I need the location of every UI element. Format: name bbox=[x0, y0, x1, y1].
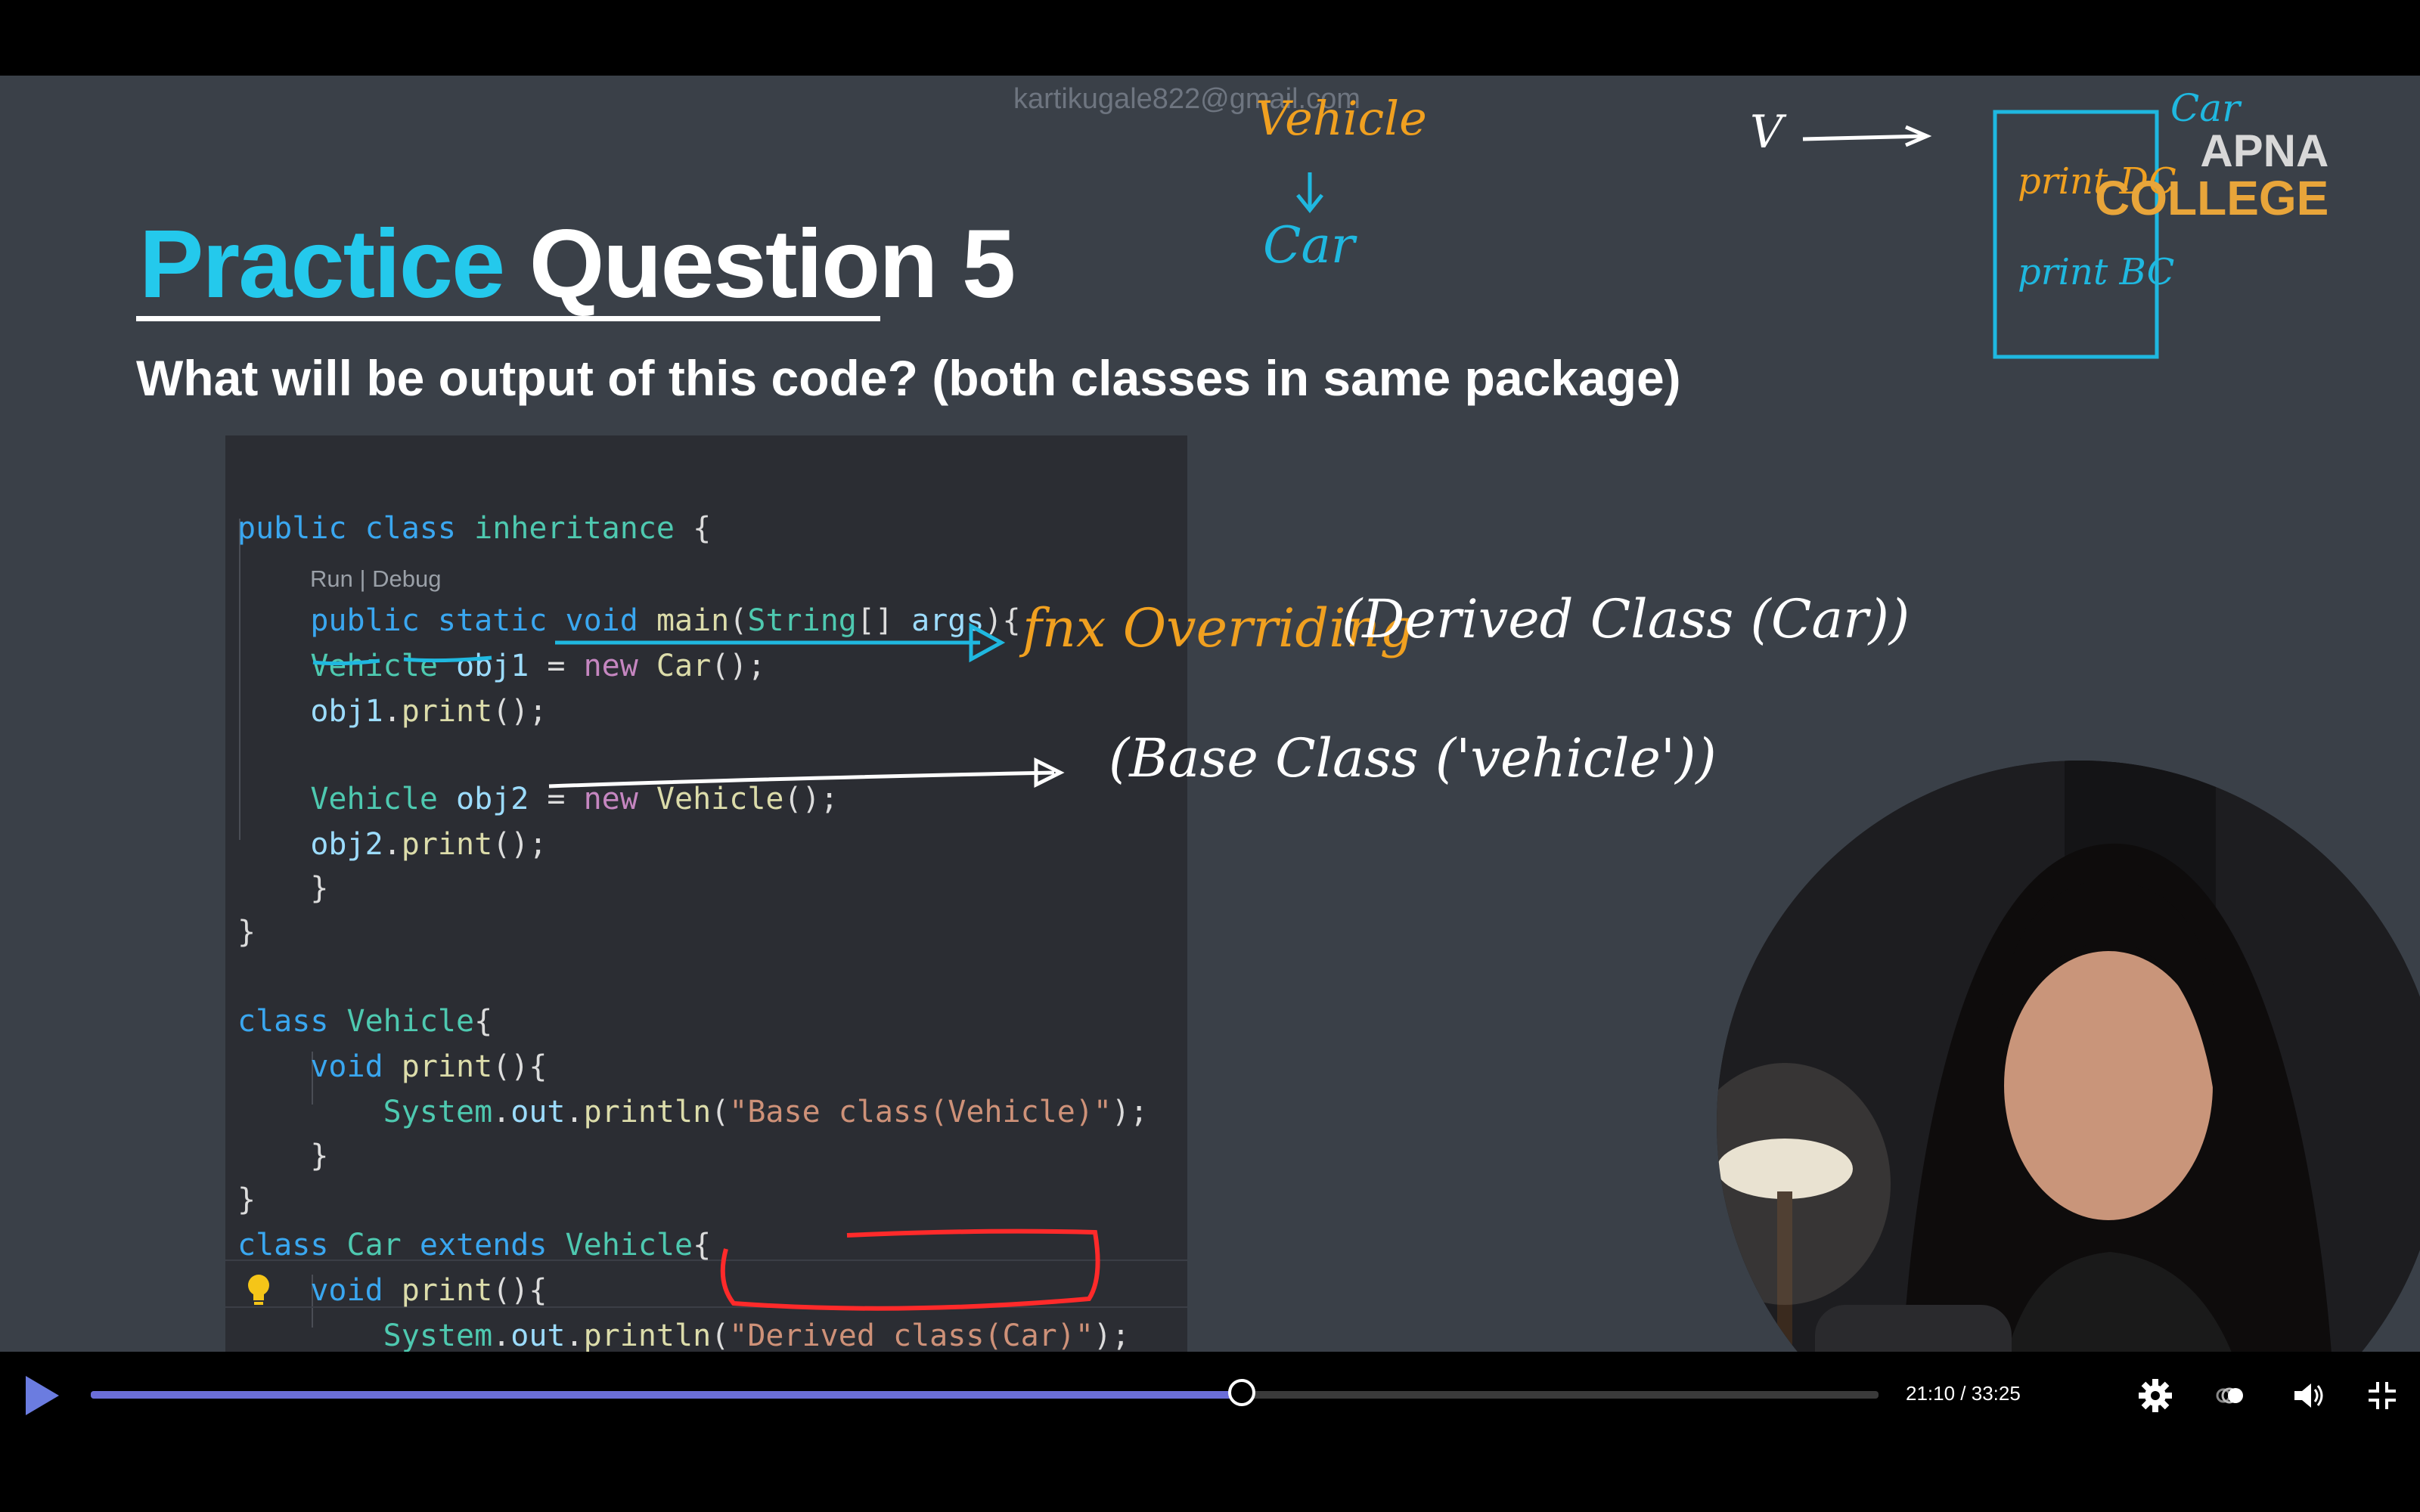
play-icon[interactable] bbox=[26, 1376, 59, 1415]
annotation-vehicle: Vehicle bbox=[1255, 91, 1427, 146]
annotation-base-class: (Base Class ('vehicle')) bbox=[1109, 727, 1717, 789]
logo-line-1: APNA bbox=[2200, 125, 2329, 176]
video-frame[interactable]: kartikugale822@gmail.com Practice Questi… bbox=[0, 76, 2420, 1352]
progress-fill bbox=[91, 1391, 1242, 1399]
player-controls: 21:10 / 33:25 bbox=[0, 1352, 2420, 1512]
annotation-print-bc: print BC bbox=[2018, 251, 2175, 293]
exit-fullscreen-icon[interactable] bbox=[2364, 1377, 2400, 1414]
gear-icon[interactable] bbox=[2137, 1377, 2173, 1414]
annotation-v: V bbox=[1750, 106, 1783, 159]
time-display: 21:10 / 33:25 bbox=[1906, 1382, 2021, 1405]
annotation-box-title: Car bbox=[2170, 86, 2240, 130]
scrubber-handle[interactable] bbox=[1227, 1379, 1255, 1406]
channel-logo: APNA COLLEGE bbox=[2095, 125, 2329, 225]
ambient-mode-icon[interactable] bbox=[2213, 1377, 2249, 1414]
logo-line-2: COLLEGE bbox=[2095, 171, 2329, 225]
annotation-car: Car bbox=[1263, 216, 1355, 274]
annotation-derived-class: (Derived Class (Car)) bbox=[1342, 588, 1910, 650]
volume-icon[interactable] bbox=[2290, 1377, 2326, 1414]
progress-bar[interactable] bbox=[91, 1379, 1879, 1406]
